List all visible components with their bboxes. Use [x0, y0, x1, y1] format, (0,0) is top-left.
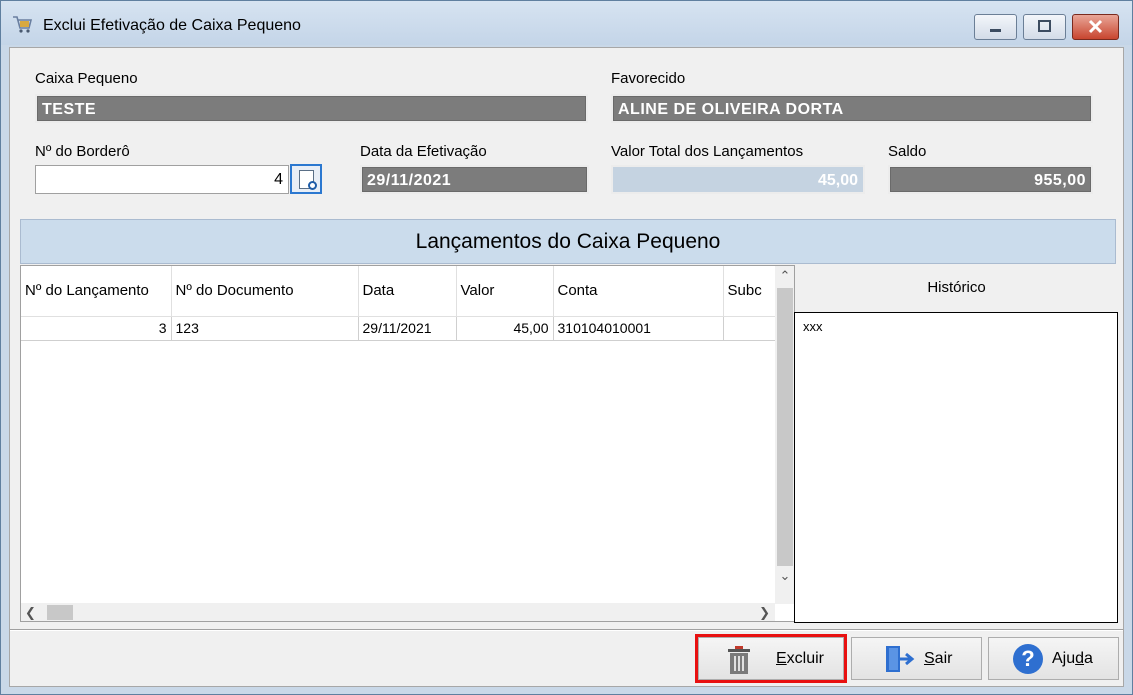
scroll-up-icon[interactable]: ⌃ [775, 266, 794, 286]
ajuda-button[interactable]: ? Ajuda [988, 637, 1119, 680]
col-header-lancamento[interactable]: Nº do Lançamento [21, 266, 172, 317]
lancamentos-grid[interactable]: Nº do Lançamento Nº do Documento Data Va… [20, 265, 795, 622]
excluir-label: Excluir [776, 650, 825, 667]
cell-documento[interactable]: 123 [171, 316, 359, 341]
client-area: Caixa Pequeno TESTE Favorecido ALINE DE … [9, 47, 1124, 687]
scroll-left-icon[interactable]: ❮ [25, 603, 41, 621]
cell-data[interactable]: 29/11/2021 [358, 316, 457, 341]
sair-button[interactable]: Sair [851, 637, 982, 680]
historico-text[interactable]: xxx [794, 312, 1118, 623]
favorecido-label: Favorecido [611, 70, 686, 87]
minimize-button[interactable] [974, 14, 1017, 40]
lancamentos-table: Nº do Lançamento Nº do Documento Data Va… [21, 266, 776, 341]
vertical-scroll-thumb[interactable] [777, 288, 793, 566]
main-window: Exclui Efetivação de Caixa Pequeno Caixa… [0, 0, 1133, 695]
close-icon [1088, 19, 1103, 34]
saldo-field: 955,00 [888, 165, 1093, 194]
cart-icon [13, 16, 33, 33]
col-header-subconta[interactable]: Subc [723, 266, 776, 317]
favorecido-field: ALINE DE OLIVEIRA DORTA [611, 94, 1093, 123]
close-button[interactable] [1072, 14, 1119, 40]
cell-conta[interactable]: 310104010001 [553, 316, 724, 341]
cell-lancamento[interactable]: 3 [21, 316, 172, 341]
minimize-icon [990, 29, 1001, 32]
col-header-data[interactable]: Data [358, 266, 457, 317]
maximize-button[interactable] [1023, 14, 1066, 40]
valor-total-field: 45,00 [611, 165, 865, 194]
excluir-button[interactable]: Excluir [695, 634, 847, 683]
exit-door-icon [886, 646, 915, 672]
ajuda-label: Ajuda [1052, 650, 1093, 667]
window-title: Exclui Efetivação de Caixa Pequeno [43, 17, 301, 34]
trash-icon [728, 646, 750, 674]
grid-header-row: Nº do Lançamento Nº do Documento Data Va… [21, 266, 776, 317]
title-bar: Exclui Efetivação de Caixa Pequeno [1, 1, 1132, 45]
col-header-documento[interactable]: Nº do Documento [171, 266, 359, 317]
caixa-pequeno-label: Caixa Pequeno [35, 70, 138, 87]
maximize-icon [1038, 20, 1051, 32]
scroll-right-icon[interactable]: ❯ [754, 603, 770, 621]
bordero-input[interactable]: 4 [35, 165, 289, 194]
divider [10, 629, 1123, 631]
horizontal-scroll-thumb[interactable] [47, 605, 73, 620]
lancamentos-section-header: Lançamentos do Caixa Pequeno [20, 219, 1116, 264]
historico-title: Histórico [927, 279, 986, 296]
col-header-conta[interactable]: Conta [553, 266, 724, 317]
saldo-label: Saldo [888, 143, 927, 160]
cell-valor[interactable]: 45,00 [456, 316, 554, 341]
caixa-pequeno-field: TESTE [35, 94, 588, 123]
col-header-valor[interactable]: Valor [456, 266, 554, 317]
valor-total-label: Valor Total dos Lançamentos [611, 143, 804, 160]
sair-label: Sair [924, 650, 953, 667]
table-row[interactable]: 3 123 29/11/2021 45,00 310104010001 [21, 316, 776, 341]
vertical-scrollbar[interactable]: ⌃ ⌄ [775, 266, 794, 604]
horizontal-scrollbar[interactable]: ❮ ❯ [21, 603, 775, 621]
data-efetivacao-field: 29/11/2021 [360, 165, 589, 194]
data-efetivacao-label: Data da Efetivação [360, 143, 487, 160]
cell-subconta[interactable] [723, 316, 776, 341]
bordero-label: Nº do Borderô [35, 143, 130, 160]
help-icon: ? [1013, 644, 1043, 674]
bordero-lookup-button[interactable] [290, 164, 322, 194]
scroll-down-icon[interactable]: ⌄ [775, 566, 794, 586]
